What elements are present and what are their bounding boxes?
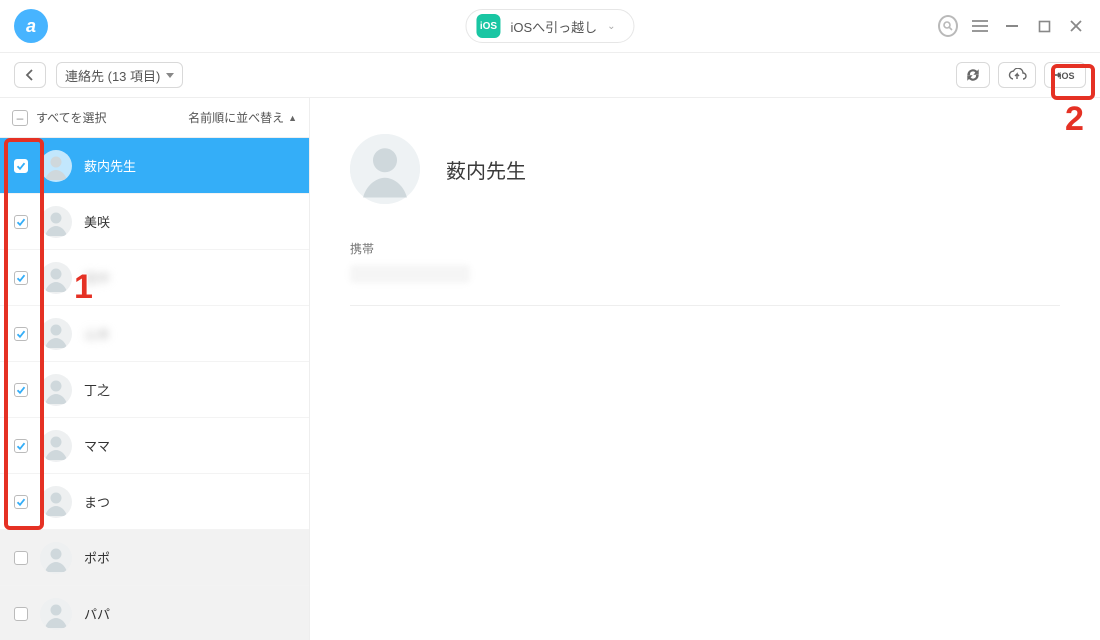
contact-checkbox[interactable] [14,159,28,173]
app-logo-glyph: a [26,16,36,37]
contact-name: ママ [84,436,110,455]
avatar-icon [40,430,72,462]
contact-name: 薮内先生 [84,156,136,175]
contact-row[interactable]: 田中 [0,250,309,306]
chevron-down-icon: ⌄ [607,21,615,32]
divider [350,305,1060,306]
breadcrumb-dropdown[interactable]: 連絡先 (13 項目) [56,62,183,88]
contact-row[interactable]: 丁之 [0,362,309,418]
contacts-list[interactable]: 薮内先生美咲田中山本丁之ママまつポポパパ [0,138,309,640]
contacts-sidebar: – すべてを選択 名前順に並べ替え ▲ 薮内先生美咲田中山本丁之ママまつポポパパ [0,98,310,640]
contact-name: 山本 [84,324,110,343]
toolbar: 連絡先 (13 項目) iOS [0,53,1100,97]
contact-name: まつ [84,492,110,511]
contact-checkbox[interactable] [14,495,28,509]
field-label-mobile: 携帯 [350,240,1060,257]
back-button[interactable] [14,62,46,88]
contact-detail: 薮内先生 携帯 [310,98,1100,640]
contact-checkbox[interactable] [14,271,28,285]
avatar [350,134,420,204]
avatar-icon [40,542,72,574]
contact-row[interactable]: ポポ [0,530,309,586]
main-area: – すべてを選択 名前順に並べ替え ▲ 薮内先生美咲田中山本丁之ママまつポポパパ… [0,98,1100,640]
avatar-icon [40,318,72,350]
contact-row[interactable]: ママ [0,418,309,474]
contact-name: 美咲 [84,212,110,231]
sort-dropdown[interactable]: 名前順に並べ替え ▲ [188,109,297,126]
cloud-upload-button[interactable] [998,62,1036,88]
contact-checkbox[interactable] [14,215,28,229]
contact-name: 薮内先生 [446,155,526,184]
contact-row[interactable]: パパ [0,586,309,640]
contact-checkbox[interactable] [14,439,28,453]
field-value-mobile [350,265,470,283]
send-to-ios-button[interactable]: iOS [1044,62,1086,88]
avatar-icon [40,206,72,238]
menu-icon[interactable] [970,16,990,36]
contact-checkbox[interactable] [14,551,28,565]
sidebar-header: – すべてを選択 名前順に並べ替え ▲ [0,98,309,138]
contact-row[interactable]: 薮内先生 [0,138,309,194]
window-controls [938,16,1086,36]
select-all-label: すべてを選択 [36,109,106,126]
avatar-icon [40,262,72,294]
avatar-icon [40,150,72,182]
contact-checkbox[interactable] [14,607,28,621]
contact-checkbox[interactable] [14,327,28,341]
contact-name: 田中 [84,268,110,287]
contact-name: ポポ [84,548,110,567]
contact-name: パパ [84,604,110,623]
mode-switcher[interactable]: iOS iOSへ引っ越し ⌄ [465,9,634,43]
window-minimize-button[interactable] [1002,16,1022,36]
sort-label: 名前順に並べ替え [188,109,284,126]
svg-text:iOS: iOS [1059,71,1075,81]
title-bar: a iOS iOSへ引っ越し ⌄ [0,0,1100,52]
avatar-icon [40,598,72,630]
avatar-icon [40,486,72,518]
contact-row[interactable]: 美咲 [0,194,309,250]
avatar-icon [40,374,72,406]
search-icon[interactable] [938,16,958,36]
mode-label: iOSへ引っ越し [510,17,597,36]
window-close-button[interactable] [1066,16,1086,36]
sort-triangle-icon: ▲ [288,113,297,123]
window-maximize-button[interactable] [1034,16,1054,36]
contact-name: 丁之 [84,380,110,399]
contact-row[interactable]: 山本 [0,306,309,362]
refresh-button[interactable] [956,62,990,88]
ios-badge-icon: iOS [476,14,500,38]
app-logo: a [14,9,48,43]
contact-checkbox[interactable] [14,383,28,397]
contact-row[interactable]: まつ [0,474,309,530]
select-all-checkbox[interactable]: – [12,110,28,126]
breadcrumb-label: 連絡先 (13 項目) [65,66,160,85]
